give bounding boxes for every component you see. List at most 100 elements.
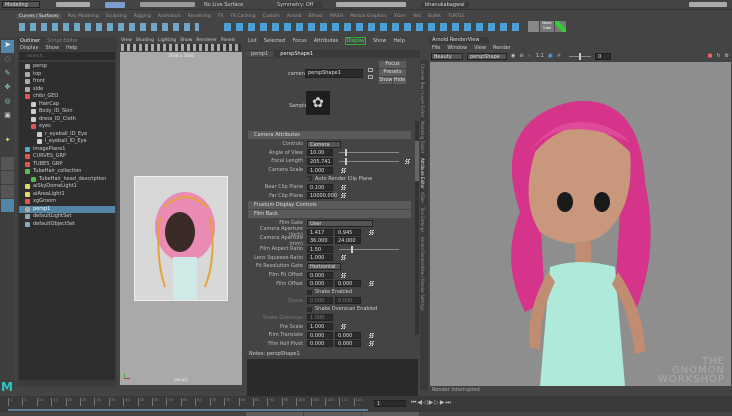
tube-tool-icon[interactable] (528, 21, 539, 32)
map-button-icon[interactable] (341, 184, 346, 190)
focus-button[interactable]: Focus (379, 61, 406, 68)
ratio-button[interactable]: 1:1 (536, 53, 544, 59)
menu-focus[interactable]: Focus (292, 38, 306, 44)
menu-view[interactable]: View (474, 45, 486, 51)
presets-button[interactable]: Presets (379, 69, 406, 76)
attribute-dropdown[interactable]: Horizontal (307, 262, 341, 270)
menu-help[interactable]: Help (393, 38, 404, 44)
map-button-icon[interactable] (369, 229, 374, 235)
scale-tool-icon[interactable]: ▣ (1, 111, 14, 124)
side-tab[interactable]: Channel Box / Layer Editor (420, 64, 425, 117)
film-back-section[interactable]: Film Back (248, 210, 411, 219)
attribute-field[interactable]: 1.000 (307, 314, 333, 322)
region-icon[interactable]: ⊖ (519, 53, 523, 59)
shelf-tab[interactable]: Curves / Surfaces (17, 13, 61, 19)
map-button-icon[interactable] (341, 324, 346, 330)
last-tool-icon[interactable]: ✦ (1, 136, 14, 149)
settings-icon[interactable]: ⚙ (725, 53, 729, 59)
snap-icons[interactable] (140, 2, 195, 7)
menu-attributes[interactable]: Attributes (314, 38, 339, 44)
attribute-field[interactable]: 0.000 (335, 331, 361, 339)
outliner-item[interactable]: aiAreaLight1 (19, 191, 115, 199)
menu-panels[interactable]: Panels (221, 38, 235, 43)
render-icons[interactable] (336, 2, 406, 7)
attribute-slider[interactable] (339, 157, 399, 165)
menu-selected[interactable]: Selected (264, 38, 286, 44)
menu-shading[interactable]: Shading (136, 38, 154, 43)
rotate-tool-icon[interactable]: ◎ (1, 97, 14, 110)
attribute-field[interactable]: 1.417 (307, 228, 333, 236)
map-button-icon[interactable] (369, 332, 374, 338)
attribute-field[interactable]: 0.945 (335, 228, 361, 236)
outliner-item[interactable]: front (19, 78, 115, 86)
layout-four-icon[interactable] (1, 171, 14, 184)
outliner-item[interactable]: dress_ID_Cloth (19, 116, 115, 124)
viewport-canvas[interactable]: 2048 x 2048 persp1 (120, 52, 242, 385)
side-tab[interactable]: XGen (420, 192, 425, 203)
attribute-field[interactable]: 1.50 (307, 245, 333, 253)
outliner-item[interactable]: top (19, 71, 115, 79)
shelf-tab[interactable]: Rendering (188, 14, 211, 19)
menu-display[interactable]: Display (20, 45, 38, 51)
attribute-field[interactable]: 0.000 (307, 331, 333, 339)
tab-outliner[interactable]: Outliner (17, 38, 40, 44)
render-icon[interactable]: ◉ (511, 53, 515, 59)
shelf-tab[interactable]: MASH (330, 14, 343, 19)
camera-name-field[interactable]: perspShape1 (305, 69, 363, 78)
attribute-dropdown[interactable]: Camera (307, 140, 341, 148)
exposure-field[interactable]: 0 (595, 52, 612, 60)
attribute-field[interactable]: 205.741 (307, 157, 333, 165)
side-tab[interactable]: Modeling Toolkit (420, 121, 425, 153)
menu-list[interactable]: List (248, 38, 257, 44)
frustum-section[interactable]: Frustum Display Controls (248, 201, 411, 210)
shelf-tab[interactable]: Poly Modeling (68, 14, 99, 19)
outliner-item[interactable]: r_eyeball_ID_Eye (19, 131, 115, 139)
shelf-tab[interactable]: Bifrost (308, 14, 323, 19)
map-button-icon[interactable] (341, 272, 346, 278)
camera-icon[interactable] (368, 68, 373, 72)
attribute-field[interactable]: 0.000 (335, 297, 361, 305)
layout-single-icon[interactable] (1, 157, 14, 170)
outliner-item[interactable]: l_eyeball_ID_Eye (19, 138, 115, 146)
menu-lighting[interactable]: Lighting (158, 38, 176, 43)
menu-window[interactable]: Window (447, 45, 467, 51)
outliner-item[interactable]: aiSkyDomeLight1 (19, 183, 115, 191)
user-account[interactable]: bhanukabagwai (421, 1, 469, 8)
map-button-icon[interactable] (341, 167, 346, 173)
layout-outliner-icon[interactable] (1, 199, 14, 212)
map-button-icon[interactable] (341, 193, 346, 199)
shelf-tab[interactable]: Bullet (428, 14, 441, 19)
tab-script-editor[interactable]: Script Editor (47, 38, 78, 44)
select-tool-icon[interactable]: ➤ (1, 40, 14, 53)
attribute-slider[interactable] (339, 245, 399, 253)
attribute-field[interactable]: 0.000 (335, 340, 361, 348)
attribute-slider[interactable] (339, 149, 399, 157)
camera-dropdown[interactable]: perspShape (467, 52, 507, 60)
shelf-tab[interactable]: XGen (394, 14, 406, 19)
outliner-item[interactable]: side (19, 86, 115, 94)
attr-scrollbar[interactable] (415, 121, 419, 335)
workspace-icons[interactable] (689, 2, 727, 7)
attr-scroll-area[interactable]: Camera Attributes Controls Camera Angle of… (245, 130, 414, 349)
aov-dropdown[interactable]: Beauty (431, 52, 463, 60)
side-tab[interactable]: Attribute Editor (420, 158, 425, 189)
map-button-icon[interactable] (369, 341, 374, 347)
attribute-field[interactable]: 0.000 (307, 297, 333, 305)
attribute-field[interactable]: 10.00 (307, 149, 333, 157)
live-surface[interactable]: No Live Surface (204, 2, 259, 8)
outliner-item[interactable]: eyes (19, 123, 115, 131)
outliner-item[interactable]: xgGroom (19, 198, 115, 206)
shelf-tab[interactable]: TURTLE (448, 14, 465, 19)
playback-range-bar[interactable] (8, 409, 368, 411)
current-frame-field[interactable]: 1 (374, 400, 406, 407)
menu-file[interactable]: File (432, 45, 440, 51)
attribute-field[interactable]: 0.100 (307, 183, 333, 191)
shelf-tab[interactable]: Arnold (287, 14, 302, 19)
stop-render-icon[interactable]: ■ (708, 53, 713, 59)
shelf-tab[interactable]: FX Caching (230, 14, 255, 19)
side-tab[interactable]: Arnold RenderView / Render Settings (420, 237, 425, 311)
menu-show[interactable]: Show (373, 38, 387, 44)
playback-controls[interactable]: ⏮◀◁▶▷▶⏭ (411, 399, 452, 407)
crop-icon[interactable]: ⁘ (528, 53, 532, 59)
green-brush-icon[interactable] (555, 21, 566, 32)
